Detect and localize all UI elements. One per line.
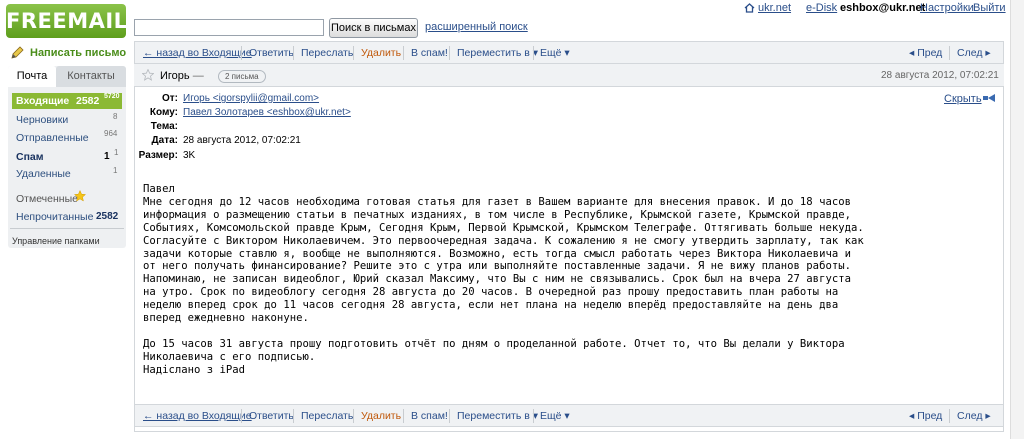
logout-link[interactable]: Выйти bbox=[973, 2, 1006, 14]
star-icon bbox=[74, 190, 86, 202]
collapse-icon[interactable] bbox=[982, 93, 996, 103]
pencil-icon bbox=[11, 46, 24, 59]
prev-message-button[interactable]: ◂ Пред bbox=[909, 410, 942, 422]
toolbar-divider bbox=[533, 409, 534, 423]
next-message-button[interactable]: След ▸ bbox=[957, 47, 991, 59]
sender-name: Игорь — bbox=[160, 70, 204, 82]
message-toolbar-top: ← назад во Входящие Ответить Переслать У… bbox=[134, 41, 1004, 64]
advanced-search-link[interactable]: расширенный поиск bbox=[425, 21, 528, 33]
toolbar-divider bbox=[449, 409, 450, 423]
more-dropdown[interactable]: Ещё ▾ bbox=[540, 410, 570, 422]
size-label: Размер: bbox=[138, 150, 178, 161]
toolbar-divider bbox=[449, 46, 450, 60]
toolbar-divider bbox=[403, 46, 404, 60]
sender-dash: — bbox=[192, 70, 204, 82]
prev-message-button[interactable]: ◂ Пред bbox=[909, 47, 942, 59]
tab-mail[interactable]: Почта bbox=[8, 66, 56, 87]
delete-button[interactable]: Удалить bbox=[361, 47, 401, 59]
folder-sent[interactable]: Отправленные bbox=[16, 132, 89, 144]
message-body: Павел Мне сегодня до 12 часов необходима… bbox=[143, 183, 864, 376]
delete-button[interactable]: Удалить bbox=[361, 410, 401, 422]
folder-inbox-count: 2582 bbox=[76, 95, 100, 107]
folder-inbox-label: Входящие bbox=[16, 95, 70, 107]
to-address[interactable]: Павел Золотарев <eshbox@ukr.net> bbox=[183, 107, 351, 118]
toolbar-divider bbox=[293, 409, 294, 423]
toolbar-divider bbox=[403, 409, 404, 423]
toolbar-divider bbox=[949, 409, 950, 423]
folder-divider bbox=[10, 228, 124, 229]
manage-folders-link[interactable]: Управление папками bbox=[12, 236, 100, 246]
spam-button[interactable]: В спам! bbox=[411, 410, 448, 422]
size-value: 3K bbox=[183, 150, 196, 161]
folder-starred-label: Отмеченные bbox=[16, 193, 78, 205]
toolbar-divider bbox=[241, 46, 242, 60]
compose-button[interactable]: Написать письмо bbox=[30, 47, 126, 59]
folder-drafts-count: 8 bbox=[113, 112, 118, 121]
search-button[interactable]: Поиск в письмах bbox=[329, 18, 418, 38]
back-to-inbox-link[interactable]: ← назад во Входящие bbox=[143, 410, 252, 422]
date-label: Дата: bbox=[151, 135, 178, 146]
back-to-inbox-link[interactable]: ← назад во Входящие bbox=[143, 47, 252, 59]
next-message-button[interactable]: След ▸ bbox=[957, 410, 991, 422]
from-address[interactable]: Игорь <igorspylii@gmail.com> bbox=[183, 93, 319, 104]
forward-button[interactable]: Переслать bbox=[301, 47, 353, 59]
search-input[interactable] bbox=[134, 19, 324, 36]
sender-name-text: Игорь bbox=[160, 70, 190, 82]
reply-button[interactable]: Ответить bbox=[249, 47, 294, 59]
page-scrollbar[interactable] bbox=[1010, 0, 1024, 439]
tab-contacts[interactable]: Контакты bbox=[56, 66, 126, 87]
folder-unread-label: Непрочитанные bbox=[16, 211, 94, 223]
subject-label: Тема: bbox=[150, 121, 178, 132]
folder-inbox-total: 5720 bbox=[104, 93, 120, 100]
forward-button[interactable]: Переслать bbox=[301, 410, 353, 422]
folder-deleted-count: 1 bbox=[113, 166, 118, 175]
star-outline-icon[interactable] bbox=[142, 69, 154, 81]
user-account[interactable]: eshbox@ukr.net bbox=[840, 2, 925, 14]
settings-link[interactable]: Настройки bbox=[920, 2, 974, 14]
folder-spam[interactable]: Спам bbox=[16, 151, 44, 163]
toolbar-divider bbox=[293, 46, 294, 60]
more-dropdown[interactable]: Ещё ▾ bbox=[540, 47, 570, 59]
freemail-logo[interactable]: FREEMAIL bbox=[6, 4, 127, 38]
toolbar-divider bbox=[241, 409, 242, 423]
spam-button[interactable]: В спам! bbox=[411, 47, 448, 59]
folder-unread[interactable]: Непрочитанные bbox=[16, 211, 93, 223]
folder-drafts[interactable]: Черновики bbox=[16, 114, 68, 126]
message-date-top: 28 августа 2012, 07:02:21 bbox=[881, 70, 999, 81]
toolbar-divider bbox=[353, 46, 354, 60]
toolbar-divider bbox=[533, 46, 534, 60]
to-label: Кому: bbox=[149, 107, 178, 118]
folder-unread-count: 2582 bbox=[96, 211, 119, 222]
folder-drafts-label: Черновики bbox=[16, 114, 69, 126]
move-to-dropdown[interactable]: Переместить в ▾ bbox=[457, 410, 538, 422]
folder-sent-label: Отправленные bbox=[16, 132, 89, 144]
home-icon bbox=[744, 3, 755, 13]
folder-deleted-label: Удаленные bbox=[16, 168, 71, 180]
folder-spam-label: Спам bbox=[16, 151, 44, 163]
move-to-dropdown[interactable]: Переместить в ▾ bbox=[457, 47, 538, 59]
folder-spam-new: 1 bbox=[114, 148, 119, 157]
edisk-link[interactable]: e-Disk bbox=[806, 2, 837, 14]
message-toolbar-bottom: ← назад во Входящие Ответить Переслать У… bbox=[134, 404, 1004, 427]
ukrnet-link[interactable]: ukr.net bbox=[758, 2, 791, 14]
folder-deleted[interactable]: Удаленные bbox=[16, 168, 71, 180]
folder-spam-count: 1 bbox=[104, 151, 110, 162]
folder-starred[interactable]: Отмеченные bbox=[16, 193, 78, 205]
folder-sent-count: 964 bbox=[104, 129, 118, 138]
reply-button[interactable]: Ответить bbox=[249, 410, 294, 422]
date-value: 28 августа 2012, 07:02:21 bbox=[183, 135, 301, 146]
toolbar-divider bbox=[353, 409, 354, 423]
from-label: От: bbox=[161, 93, 178, 104]
thread-count-badge[interactable]: 2 письма bbox=[218, 70, 266, 83]
folder-inbox[interactable]: Входящие 2582 5720 bbox=[12, 93, 122, 109]
hide-headers-link[interactable]: Скрыть bbox=[944, 93, 982, 105]
toolbar-divider bbox=[949, 46, 950, 60]
